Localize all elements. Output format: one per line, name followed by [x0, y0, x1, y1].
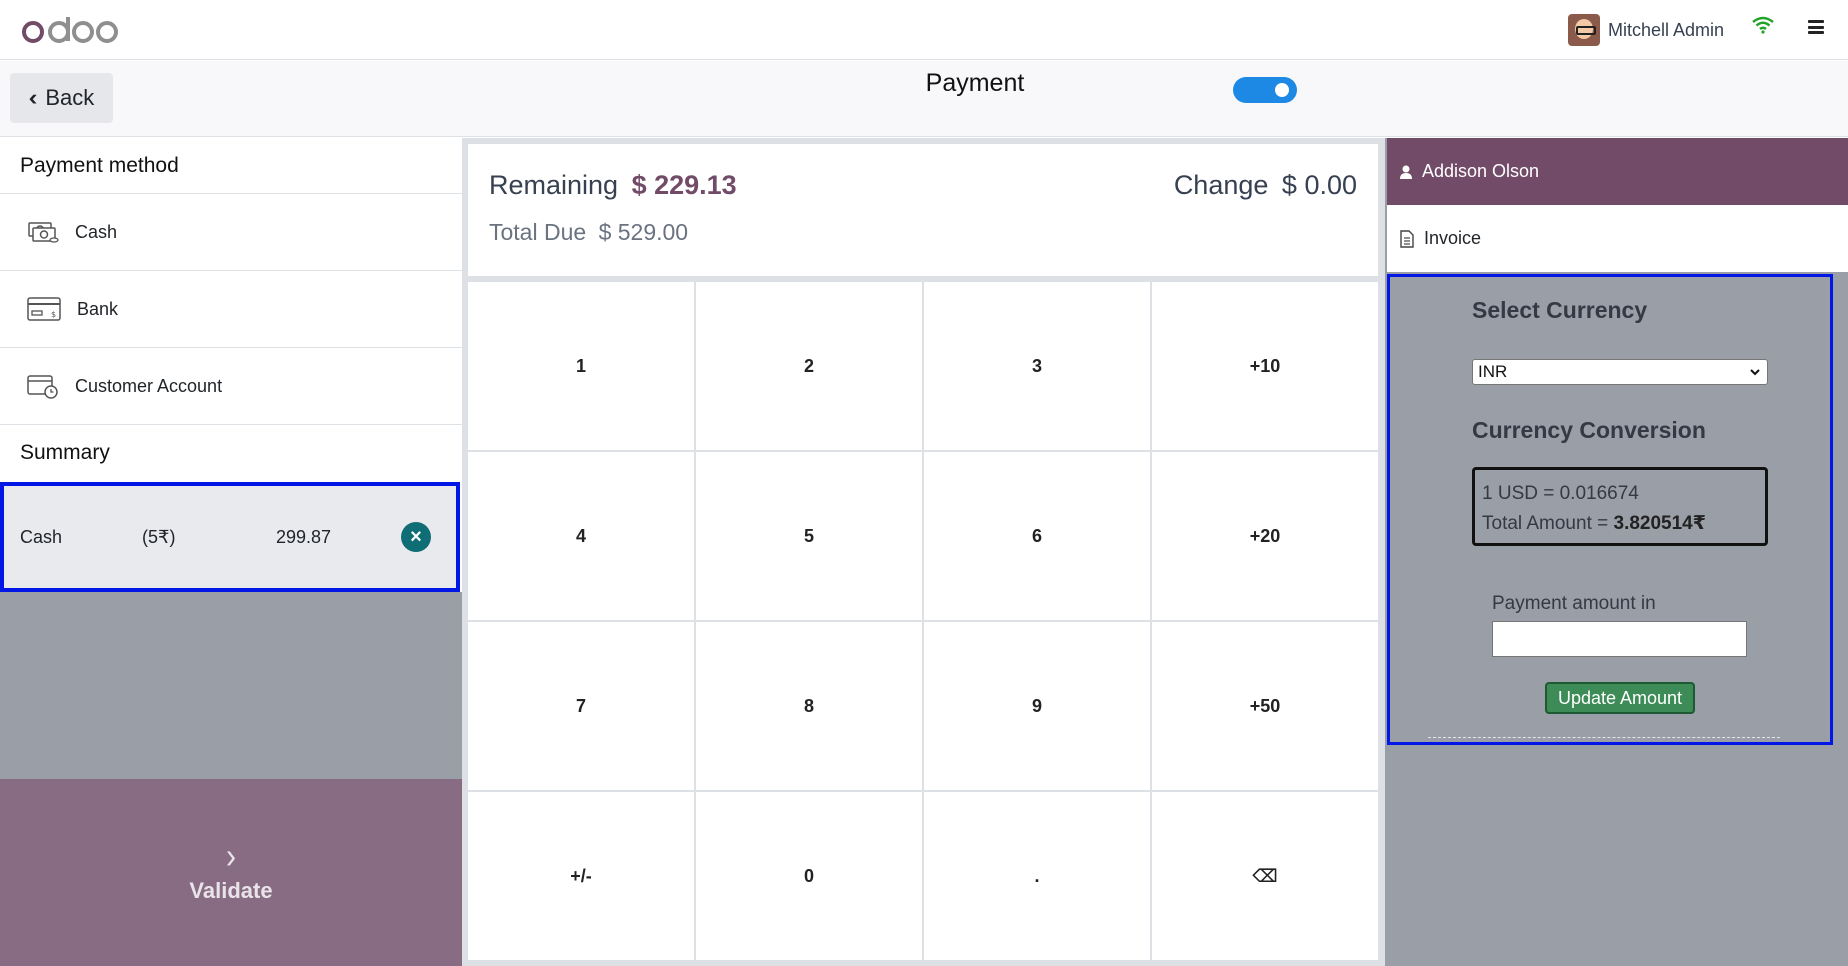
avatar [1568, 14, 1600, 46]
numpad-key-8[interactable]: 8 [696, 622, 922, 790]
numpad-key-2[interactable]: 2 [696, 282, 922, 450]
numpad-key-plus-minus[interactable]: +/- [468, 792, 694, 960]
page-title: Payment [925, 69, 1025, 97]
converted-total: Total Amount = 3.820514₹ [1482, 509, 1758, 539]
backspace-icon[interactable]: ⌫ [1152, 792, 1378, 960]
odoo-logo[interactable] [22, 8, 118, 52]
user-icon [1400, 165, 1412, 179]
payment-line-cash[interactable]: Cash (5₹) 299.87 × [0, 482, 460, 592]
payment-method-label: Cash [75, 221, 118, 242]
numpad-key-3[interactable]: 3 [924, 282, 1150, 450]
total-due-label: Total Due [489, 219, 587, 245]
exchange-rate-text: 1 USD = 0.016674 [1482, 483, 1639, 504]
numpad-key-5[interactable]: 5 [696, 452, 922, 620]
conversion-result-box: 1 USD = 0.016674 Total Amount = 3.820514… [1472, 467, 1768, 546]
numpad-key-plus-10[interactable]: +10 [1152, 282, 1378, 450]
total-amount-value: 3.820514₹ [1613, 513, 1706, 534]
currency-select[interactable]: INR [1472, 359, 1768, 385]
file-text-icon [1400, 229, 1414, 248]
payment-amount-label: Payment amount in [1492, 593, 1656, 614]
customer-currency-panel: Addison Olson Invoice Select Currency IN… [1385, 138, 1848, 966]
numpad-key-plus-50[interactable]: +50 [1152, 622, 1378, 790]
numpad-key-9[interactable]: 9 [924, 622, 1150, 790]
payment-center-panel: Remaining $ 229.13 Change $ 0.00 Total D… [462, 138, 1385, 966]
payment-header: ‹‹ Back Payment [0, 61, 1848, 137]
payment-method-cash[interactable]: Cash [0, 194, 462, 271]
top-navbar: Mitchell Admin [0, 0, 1848, 60]
divider [1428, 737, 1780, 738]
total-due-value: $ 529.00 [598, 219, 689, 245]
update-amount-button[interactable]: Update Amount [1545, 682, 1695, 714]
numpad-key-0[interactable]: 0 [696, 792, 922, 960]
select-currency-title: Select Currency [1472, 297, 1648, 323]
summary-title: Summary [20, 441, 110, 464]
svg-text:$: $ [51, 310, 56, 319]
numpad-key-1[interactable]: 1 [468, 282, 694, 450]
currency-select-value: INR [1478, 362, 1508, 381]
payment-method-label: Customer Account [75, 375, 223, 396]
total-amount-label: Total Amount = [1482, 513, 1614, 534]
hamburger-menu-icon[interactable] [1808, 20, 1824, 34]
user-menu[interactable]: Mitchell Admin [1568, 14, 1724, 46]
payment-line-amount: 299.87 [276, 526, 332, 547]
total-due: Total Due $ 529.00 [489, 219, 688, 246]
remaining-label: Remaining [489, 170, 619, 200]
payment-amount-input[interactable] [1492, 621, 1747, 657]
chevron-right-icon: › [226, 836, 236, 876]
validate-label: Validate [189, 877, 273, 903]
invoice-label: Invoice [1424, 228, 1482, 248]
change-value: $ 0.00 [1281, 170, 1357, 200]
numpad-key-6[interactable]: 6 [924, 452, 1150, 620]
currency-conversion-title: Currency Conversion [1472, 417, 1706, 443]
toggle-switch[interactable] [1233, 77, 1297, 103]
change: Change $ 0.00 [1174, 170, 1357, 201]
remaining: Remaining $ 229.13 [489, 170, 737, 201]
numpad-key-decimal[interactable]: . [924, 792, 1150, 960]
numpad-key-4[interactable]: 4 [468, 452, 694, 620]
change-label: Change [1173, 170, 1269, 200]
cash-icon [28, 222, 59, 243]
numpad-key-plus-20[interactable]: +20 [1152, 452, 1378, 620]
payment-line-method: Cash [20, 526, 63, 547]
payment-method-customer-account[interactable]: Customer Account [0, 348, 462, 425]
numpad: 1 2 3 +10 4 5 6 +20 7 8 9 +50 +/- 0 . ⌫ [468, 282, 1378, 960]
currency-conversion-widget: Select Currency INR Currency Conversion … [1387, 274, 1833, 745]
user-name: Mitchell Admin [1608, 19, 1725, 40]
payment-method-label: Bank [77, 298, 119, 319]
numpad-key-7[interactable]: 7 [468, 622, 694, 790]
validate-button[interactable]: › Validate [0, 779, 462, 966]
payment-totals: Remaining $ 229.13 Change $ 0.00 Total D… [468, 144, 1378, 276]
wifi-icon [1752, 16, 1774, 39]
remaining-value: $ 229.13 [631, 170, 737, 200]
payment-methods-panel: Payment method Cash $ Bank Customer Acco… [0, 138, 462, 966]
payment-line-currency: (5₹) [142, 526, 176, 547]
customer-button[interactable]: Addison Olson [1387, 138, 1848, 205]
payment-method-bank[interactable]: $ Bank [0, 271, 462, 348]
customer-name: Addison Olson [1422, 161, 1540, 181]
customer-account-icon [27, 375, 58, 399]
invoice-button[interactable]: Invoice [1387, 205, 1848, 272]
remove-payment-line-icon[interactable]: × [401, 522, 431, 552]
payment-method-title: Payment method [0, 138, 462, 194]
bank-card-icon: $ [27, 297, 61, 321]
chevron-down-icon [1750, 369, 1760, 376]
